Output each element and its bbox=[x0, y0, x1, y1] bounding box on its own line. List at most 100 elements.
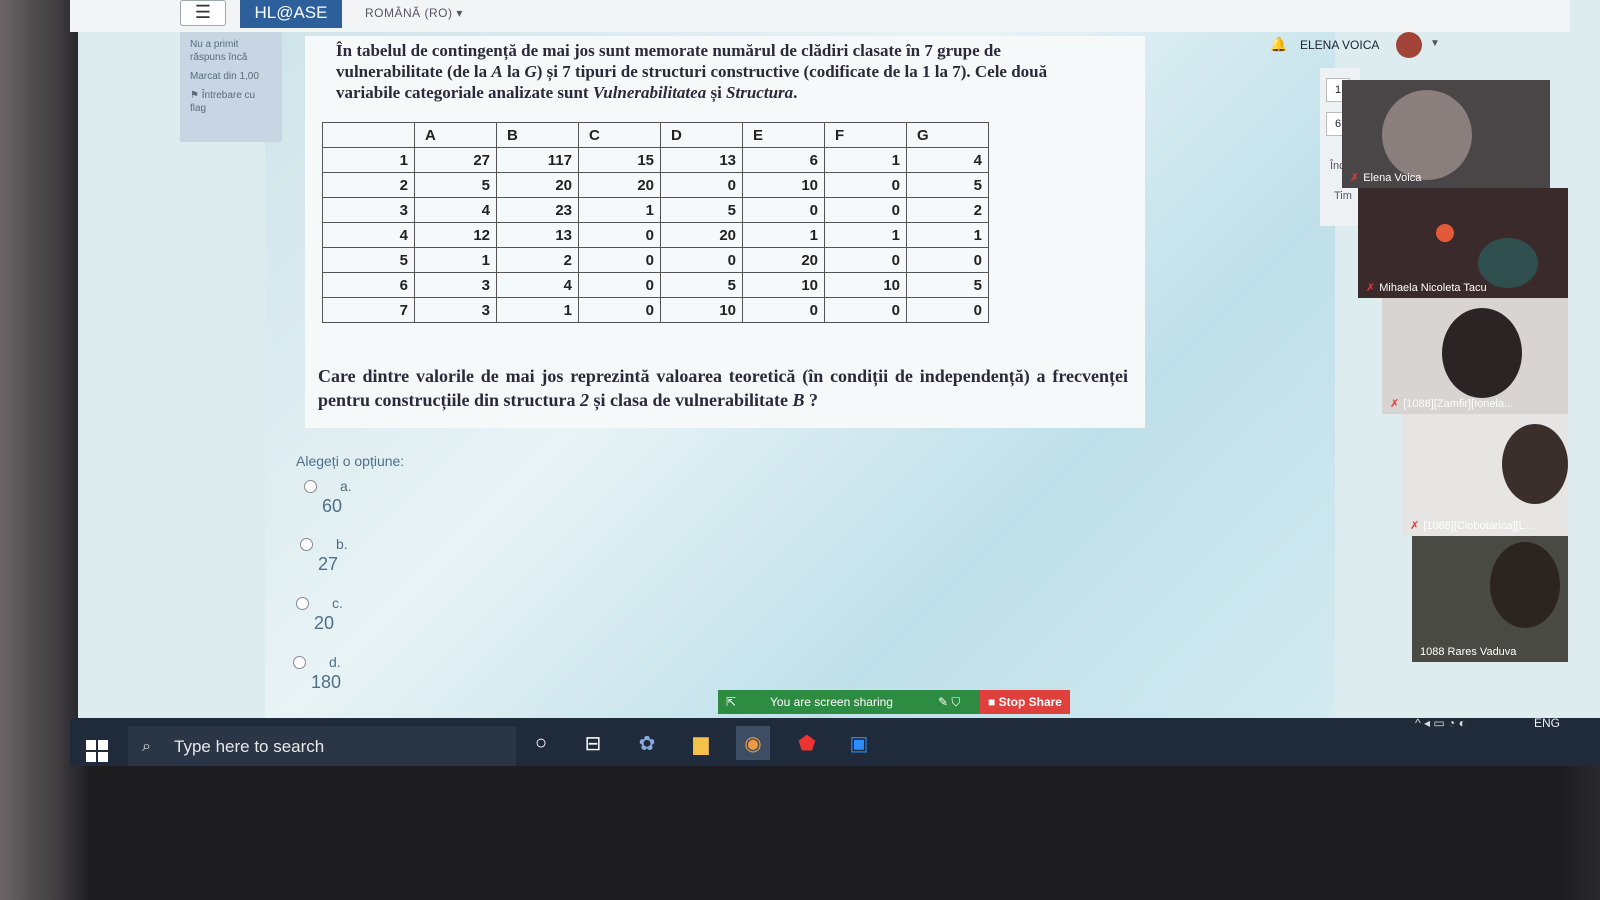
table-cell: 1 bbox=[742, 222, 825, 248]
screen-sharing-status: You are screen sharing bbox=[770, 695, 893, 709]
user-name[interactable]: ELENA VOICA bbox=[1300, 38, 1379, 52]
participant-name: Elena Voica bbox=[1363, 172, 1422, 184]
stop-share-label: Stop Share bbox=[998, 695, 1062, 709]
taskbar-search-box[interactable]: ⌕ Type here to search bbox=[128, 726, 516, 766]
table-cell: 15 bbox=[578, 147, 661, 173]
question-prompt: Care dintre valorile de mai jos reprezin… bbox=[318, 364, 1128, 412]
video-tile[interactable]: ✗ Elena Voica bbox=[1342, 80, 1550, 188]
prompt-part: B bbox=[792, 390, 805, 410]
bell-icon[interactable]: 🔔 bbox=[1270, 36, 1287, 53]
site-brand-link[interactable]: HL@ASE bbox=[240, 0, 342, 28]
table-cell: 4 bbox=[414, 197, 497, 223]
mic-muted-icon: ✗ bbox=[1366, 282, 1376, 294]
table-cell: 3 bbox=[414, 297, 497, 323]
table-row: 6 3 4 0 5 10 10 5 bbox=[322, 272, 989, 298]
avatar[interactable] bbox=[1396, 32, 1422, 58]
table-cell: 1 bbox=[906, 222, 989, 248]
acrobat-icon[interactable]: ⬟ bbox=[790, 726, 824, 760]
chevron-down-icon[interactable]: ▼ bbox=[1430, 38, 1440, 49]
participant-name: [1088][Zamfir][Ionela... bbox=[1403, 398, 1514, 410]
question-text-part: la bbox=[502, 62, 525, 81]
question-mark: Marcat din 1,00 bbox=[190, 71, 259, 82]
radio-button[interactable] bbox=[304, 480, 317, 493]
column-header: E bbox=[742, 122, 825, 148]
participant-face bbox=[1442, 308, 1522, 398]
table-cell: 4 bbox=[906, 147, 989, 173]
option-letter: b. bbox=[336, 536, 348, 552]
participant-face bbox=[1478, 238, 1538, 288]
question-info-panel: Nu a primit răspuns încă Marcat din 1,00… bbox=[180, 32, 282, 142]
mic-muted-icon: ✗ bbox=[1410, 520, 1420, 532]
table-cell: 0 bbox=[578, 247, 661, 273]
table-cell: 13 bbox=[660, 147, 743, 173]
chrome-icon[interactable]: ◉ bbox=[736, 726, 770, 760]
video-tile[interactable]: ✗ [1088][Zamfir][Ionela... bbox=[1382, 298, 1568, 414]
table-row: 7 3 1 0 10 0 0 0 bbox=[322, 297, 989, 323]
system-tray-icons[interactable]: ^ ◂ ▭ ◔ ◐ bbox=[1415, 716, 1466, 730]
share-controls-icons[interactable]: ✎ ⛉ bbox=[938, 690, 960, 714]
row-header: 3 bbox=[322, 197, 415, 223]
column-header: F bbox=[824, 122, 907, 148]
table-header-row: A B C D E F G bbox=[322, 122, 989, 148]
flag-icon: ⚑ bbox=[190, 90, 202, 101]
radio-button[interactable] bbox=[300, 538, 313, 551]
column-header: C bbox=[578, 122, 661, 148]
video-tile[interactable]: ✗ Mihaela Nicoleta Tacu bbox=[1358, 188, 1568, 298]
video-tile[interactable]: ✗ [1088][Ciobotarica][L... bbox=[1402, 414, 1568, 536]
table-cell: 0 bbox=[578, 272, 661, 298]
answer-status: Nu a primit răspuns încă bbox=[190, 39, 248, 63]
table-cell: 20 bbox=[578, 172, 661, 198]
task-view-icon[interactable]: ⊟ bbox=[576, 726, 610, 760]
menu-icon[interactable]: ☰ bbox=[180, 0, 226, 26]
table-cell: 2 bbox=[906, 197, 989, 223]
table-corner-cell bbox=[322, 122, 415, 148]
table-cell: 0 bbox=[660, 247, 743, 273]
light-spot bbox=[1436, 224, 1454, 242]
table-cell: 5 bbox=[660, 197, 743, 223]
table-cell: 0 bbox=[578, 222, 661, 248]
table-cell: 0 bbox=[906, 297, 989, 323]
zoom-icon[interactable]: ▣ bbox=[842, 726, 876, 760]
table-cell: 20 bbox=[742, 247, 825, 273]
cortana-icon[interactable]: ○ bbox=[524, 726, 558, 760]
screen-share-bar[interactable]: ⇱ You are screen sharing ✎ ⛉ bbox=[718, 690, 980, 714]
participant-face bbox=[1382, 90, 1472, 180]
question-text-part: . bbox=[793, 83, 798, 102]
timer-label: Tim bbox=[1334, 190, 1352, 202]
column-header: D bbox=[660, 122, 743, 148]
column-header: B bbox=[496, 122, 579, 148]
search-input[interactable]: Type here to search bbox=[174, 737, 324, 757]
row-header: 6 bbox=[322, 272, 415, 298]
video-tile[interactable]: 1088 Rares Vaduva bbox=[1412, 536, 1568, 662]
windows-start-icon[interactable] bbox=[86, 740, 108, 762]
options-title: Alegeți o opțiune: bbox=[296, 453, 405, 469]
language-indicator[interactable]: ENG bbox=[1534, 716, 1560, 730]
stop-share-button[interactable]: ■ Stop Share bbox=[980, 690, 1070, 714]
option-value: 27 bbox=[318, 554, 339, 574]
option-letter: d. bbox=[329, 654, 341, 670]
table-cell: 0 bbox=[824, 172, 907, 198]
table-cell: 0 bbox=[742, 297, 825, 323]
participant-label: 1088 Rares Vaduva bbox=[1420, 646, 1516, 658]
participant-label: ✗ Mihaela Nicoleta Tacu bbox=[1366, 281, 1487, 294]
table-row: 2 5 20 20 0 10 0 5 bbox=[322, 172, 989, 198]
radio-button[interactable] bbox=[293, 656, 306, 669]
radio-button[interactable] bbox=[296, 597, 309, 610]
participant-label: ✗ [1088][Zamfir][Ionela... bbox=[1390, 397, 1513, 410]
table-cell: 0 bbox=[824, 247, 907, 273]
top-navbar: ☰ HL@ASE ROMÂNĂ (RO) ▾ bbox=[70, 0, 1570, 32]
table-cell: 1 bbox=[414, 247, 497, 273]
file-explorer-icon[interactable]: ▆ bbox=[684, 726, 718, 760]
table-cell: 0 bbox=[906, 247, 989, 273]
flag-question-link[interactable]: ⚑ Întrebare cu flag bbox=[190, 89, 272, 115]
language-selector[interactable]: ROMÂNĂ (RO) ▾ bbox=[365, 6, 463, 20]
table-cell: 12 bbox=[414, 222, 497, 248]
participant-name: [1088][Ciobotarica][L... bbox=[1423, 520, 1534, 532]
paint-icon[interactable]: ✿ bbox=[630, 726, 664, 760]
option-letter: c. bbox=[332, 595, 343, 611]
question-text-part: Vulnerabilitatea bbox=[592, 83, 707, 102]
search-icon: ⌕ bbox=[142, 738, 151, 755]
row-header: 5 bbox=[322, 247, 415, 273]
table-cell: 1 bbox=[824, 147, 907, 173]
table-cell: 5 bbox=[414, 172, 497, 198]
